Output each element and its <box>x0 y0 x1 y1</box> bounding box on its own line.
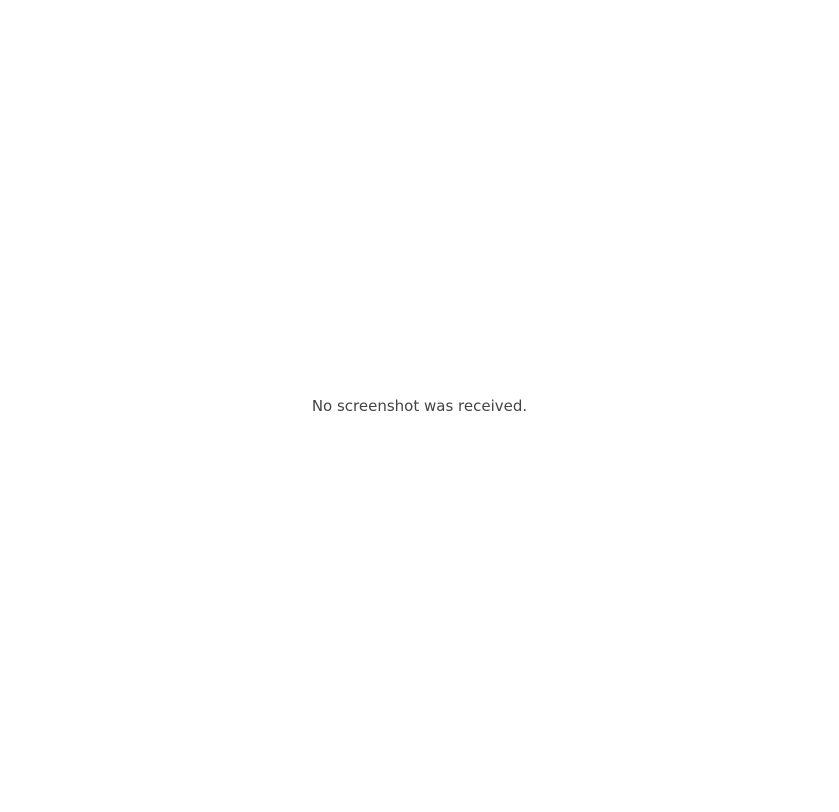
missing-image-notice: No screenshot was received. <box>311 397 528 415</box>
